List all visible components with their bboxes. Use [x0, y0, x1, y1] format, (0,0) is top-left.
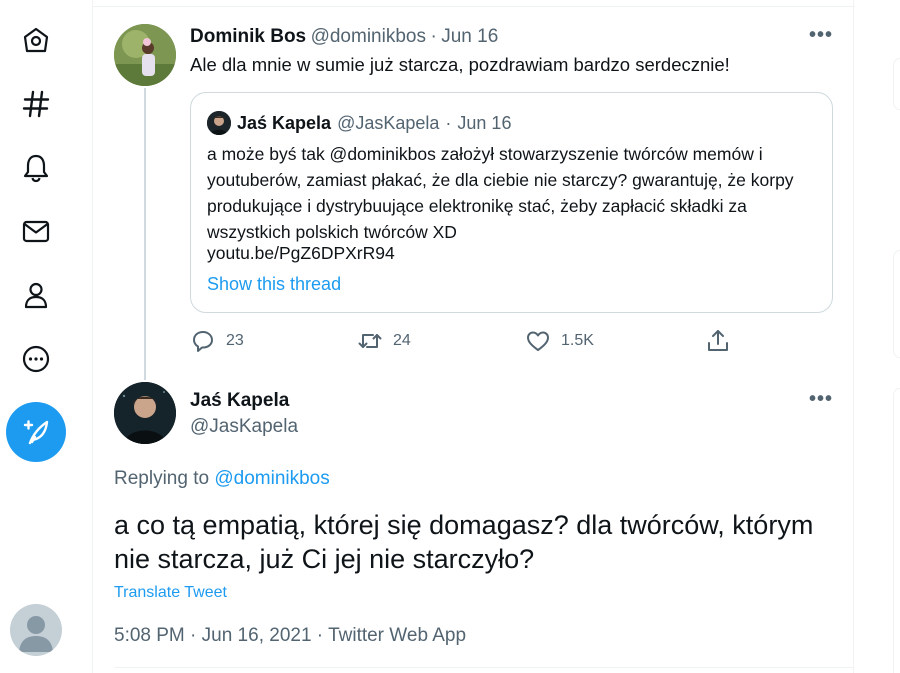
quoted-tweet-card[interactable]: Jaś Kapela @JasKapela · Jun 16 a może by…	[190, 92, 833, 313]
heart-icon	[527, 331, 549, 351]
avatar-photo	[114, 24, 176, 86]
quoted-author-name: Jaś Kapela	[237, 112, 332, 133]
parent-tweet-header: Dominik Bos @dominikbos · Jun 16	[190, 26, 498, 48]
quoted-tweet-text: a może byś tak @dominikbos założył stowa…	[207, 144, 794, 242]
main-tweet-text: a co tą empatią, której się domagasz? dl…	[114, 510, 814, 574]
tweet-source-app[interactable]: Twitter Web App	[328, 625, 466, 646]
more-circle-icon	[22, 345, 50, 373]
account-avatar[interactable]	[10, 604, 62, 656]
compose-tweet-button[interactable]	[6, 402, 66, 462]
avatar-photo	[114, 382, 176, 444]
notifications-bell-icon	[23, 154, 49, 183]
quoted-tweet-header: Jaś Kapela @JasKapela · Jun 16	[207, 111, 511, 135]
main-author-handle[interactable]: @JasKapela	[190, 416, 298, 438]
separator-dot: ·	[430, 26, 437, 47]
nav-home[interactable]	[12, 16, 60, 64]
retweet-icon	[358, 334, 382, 348]
avatar-photo	[207, 111, 231, 135]
messages-envelope-icon	[22, 220, 50, 243]
tweet-meta: 5:08 PM · Jun 16, 2021 · Twitter Web App	[114, 625, 466, 647]
retweet-count: 24	[393, 332, 411, 349]
nav-profile[interactable]	[12, 271, 60, 319]
nav-explore[interactable]	[12, 80, 60, 128]
share-icon	[708, 330, 728, 351]
right-panel-edge	[893, 250, 900, 358]
retweet-button[interactable]: 24	[357, 328, 411, 354]
default-avatar-icon	[19, 616, 53, 652]
quoted-author-handle: @JasKapela	[337, 112, 440, 133]
like-count: 1.5K	[561, 332, 594, 349]
quoted-tweet-date: Jun 16	[457, 112, 512, 133]
author-handle[interactable]: @dominikbos	[311, 26, 426, 47]
replying-to-link[interactable]: @dominikbos	[214, 468, 329, 489]
dominik-avatar[interactable]	[114, 24, 176, 86]
main-author-name[interactable]: Jaś Kapela	[190, 390, 289, 412]
profile-person-icon	[24, 282, 48, 309]
sidebar-nav	[0, 0, 92, 673]
nav-messages[interactable]	[12, 207, 60, 255]
replying-prefix: Replying to	[114, 468, 210, 489]
author-name[interactable]: Dominik Bos	[190, 26, 306, 47]
jas-avatar[interactable]	[114, 382, 176, 444]
separator-dot: ·	[316, 625, 324, 646]
reply-icon	[193, 331, 213, 352]
divider	[93, 6, 855, 7]
explore-hashtag-icon	[22, 90, 50, 118]
quoted-tweet-link: youtu.be/PgZ6DPXrR94	[207, 243, 395, 263]
right-panel-edge	[893, 58, 900, 110]
nav-notifications[interactable]	[12, 144, 60, 192]
tweet-date[interactable]: Jun 16	[441, 26, 498, 47]
thread-connector-line	[144, 88, 146, 380]
nav-more[interactable]	[12, 335, 60, 383]
divider	[114, 667, 854, 668]
reply-count: 23	[226, 332, 244, 349]
home-icon	[23, 27, 49, 53]
reply-button[interactable]: 23	[190, 328, 244, 354]
share-button[interactable]	[705, 328, 731, 354]
like-button[interactable]: 1.5K	[525, 328, 594, 354]
compose-feather-icon	[23, 420, 49, 445]
right-panel-edge	[893, 388, 900, 673]
separator-dot: ·	[445, 112, 452, 133]
more-options-icon[interactable]: •••	[809, 388, 833, 411]
translate-tweet-link[interactable]: Translate Tweet	[114, 584, 227, 602]
parent-tweet-text: Ale dla mnie w sumie już starcza, pozdra…	[190, 54, 730, 75]
replying-to: Replying to @dominikbos	[114, 468, 330, 490]
tweet-timestamp[interactable]: 5:08 PM · Jun 16, 2021	[114, 625, 312, 646]
jas-avatar-small	[207, 111, 231, 135]
show-thread-link[interactable]: Show this thread	[207, 274, 341, 295]
more-options-icon[interactable]: •••	[809, 24, 833, 47]
